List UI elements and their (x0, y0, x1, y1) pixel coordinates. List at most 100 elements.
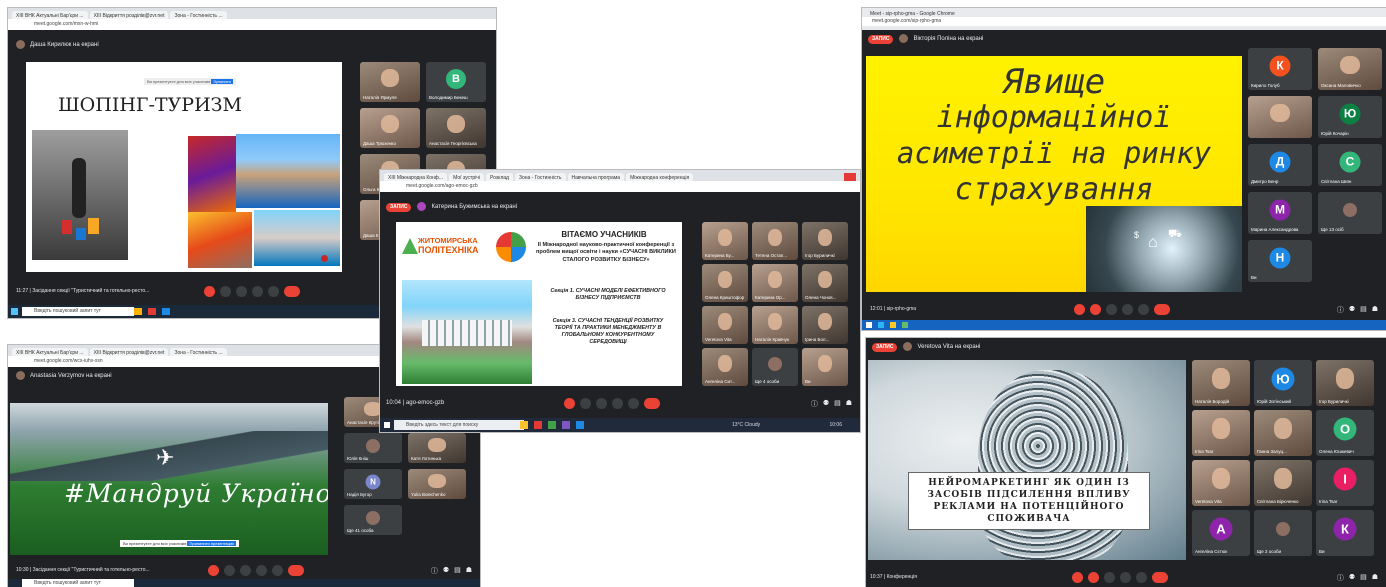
taskbar-app-icon[interactable] (148, 308, 156, 315)
participant-tile[interactable]: К Ви (1316, 510, 1374, 556)
participant-tile[interactable]: Irina Tsar (1192, 410, 1250, 456)
start-icon[interactable] (11, 308, 18, 315)
taskbar-app-icon[interactable] (520, 421, 528, 429)
start-icon[interactable] (384, 422, 390, 428)
participant-tile[interactable]: Юлія Кніш (344, 433, 402, 463)
info-icon[interactable]: ⓘ (431, 566, 438, 576)
people-icon[interactable]: ⚉ (1349, 305, 1355, 315)
camera-off-button[interactable] (1090, 304, 1101, 315)
chat-icon[interactable]: ▤ (834, 399, 841, 409)
participant-tile[interactable]: К Кирило Голуб (1248, 48, 1312, 90)
participant-tile[interactable]: Наталія Ярмуля (360, 62, 420, 102)
more-options-button[interactable] (272, 565, 283, 576)
camera-off-button[interactable] (1088, 572, 1099, 583)
taskbar-search[interactable]: Введіть пошуковий запит тут (22, 307, 134, 316)
start-icon[interactable] (866, 322, 872, 328)
participant-tile[interactable]: О Олена Юшкевич (1316, 410, 1374, 456)
participant-tile[interactable]: N Надія Бугор (344, 469, 402, 499)
participant-tile[interactable]: Ю Юрій Зотінський (1254, 360, 1312, 406)
present-button[interactable] (1122, 304, 1133, 315)
participant-tile[interactable]: Д Дмитро Бенр (1248, 144, 1312, 186)
participant-tile[interactable]: Ю Юрій Кочарін (1318, 96, 1382, 138)
taskbar-app-icon[interactable] (902, 322, 908, 328)
activities-icon[interactable]: ☗ (846, 399, 852, 409)
chat-icon[interactable]: ▤ (454, 566, 461, 576)
stop-presenting-button[interactable]: Зупинити (211, 79, 233, 84)
participant-tile[interactable]: Катерина Ор... (752, 264, 798, 302)
camera-button[interactable] (224, 565, 235, 576)
participant-tile[interactable]: Ви (802, 348, 848, 386)
mic-off-button[interactable] (1074, 304, 1085, 315)
people-icon[interactable]: ⚉ (443, 566, 449, 576)
chat-icon[interactable]: ▤ (1360, 573, 1367, 583)
participant-tile[interactable]: Наталія Кравчук (752, 306, 798, 344)
participant-tile[interactable]: Н Ви (1248, 240, 1312, 282)
more-options-button[interactable] (1138, 304, 1149, 315)
taskbar-app-icon[interactable] (548, 421, 556, 429)
people-icon[interactable]: ⚉ (1349, 573, 1355, 583)
taskbar-app-icon[interactable] (576, 421, 584, 429)
leave-call-button[interactable] (284, 286, 300, 297)
taskbar-search[interactable]: Введіть пошуковий запит тут (22, 579, 134, 587)
info-icon[interactable]: ⓘ (1337, 573, 1344, 583)
participant-tile[interactable]: Олена Криштофор (702, 264, 748, 302)
participant-tile[interactable]: Оксана Маловичко (1318, 48, 1382, 90)
participant-tile[interactable]: Ігор Буриличкі (1316, 360, 1374, 406)
leave-call-button[interactable] (1154, 304, 1170, 315)
raise-hand-button[interactable] (236, 286, 247, 297)
close-window-button[interactable] (844, 173, 856, 181)
participant-tile[interactable]: I Irina Tsar (1316, 460, 1374, 506)
participant-tile[interactable]: Ще 41 особа (344, 505, 402, 535)
participant-tile[interactable]: Даша Трюхенко (360, 108, 420, 148)
participant-tile[interactable]: Ігор Буриличкі (802, 222, 848, 260)
participant-tile[interactable]: Ще 4 особи (752, 348, 798, 386)
participant-tile[interactable] (1248, 96, 1312, 138)
activities-icon[interactable]: ☗ (466, 566, 472, 576)
participant-tile[interactable]: Наталія Бородій (1192, 360, 1250, 406)
address-bar[interactable]: meet.google.com/ago-emoc-gzb (380, 181, 860, 192)
camera-button[interactable] (220, 286, 231, 297)
participant-tile[interactable]: Ще 2 особи (1254, 510, 1312, 556)
more-options-button[interactable] (628, 398, 639, 409)
participant-tile[interactable]: Анастасія Георгієвська (426, 108, 486, 148)
participant-tile[interactable]: Олена Чонов... (802, 264, 848, 302)
raise-hand-button[interactable] (596, 398, 607, 409)
camera-button[interactable] (580, 398, 591, 409)
participant-tile[interactable]: Yulia Boiechenko (408, 469, 466, 499)
participant-tile[interactable]: Тетяна Остап... (752, 222, 798, 260)
address-bar[interactable]: meet.google.com/mxn-w-hmi (8, 19, 496, 30)
info-icon[interactable]: ⓘ (811, 399, 818, 409)
participant-tile[interactable]: Ангеліна Сит... (702, 348, 748, 386)
participant-tile[interactable]: Ще 13 осіб (1318, 192, 1382, 234)
raise-hand-button[interactable] (240, 565, 251, 576)
mic-off-button[interactable] (564, 398, 575, 409)
taskbar-app-icon[interactable] (878, 322, 884, 328)
address-bar[interactable]: meet.google.com/sip-rpho-gma (862, 17, 1386, 26)
participant-tile[interactable]: Ганна Залуц... (1254, 410, 1312, 456)
participant-tile[interactable]: С Світлана Шиїн (1318, 144, 1382, 186)
participant-tile[interactable]: А Ангеліна Сєтюк (1192, 510, 1250, 556)
participant-tile[interactable]: Veretova Vita (1192, 460, 1250, 506)
activities-icon[interactable]: ☗ (1372, 305, 1378, 315)
participant-tile[interactable]: Ірина Бол... (802, 306, 848, 344)
present-button[interactable] (1120, 572, 1131, 583)
present-button[interactable] (256, 565, 267, 576)
participant-tile[interactable]: Світлана Бірюченко (1254, 460, 1312, 506)
present-button[interactable] (612, 398, 623, 409)
leave-call-button[interactable] (288, 565, 304, 576)
taskbar-app-icon[interactable] (534, 421, 542, 429)
taskbar-app-icon[interactable] (162, 308, 170, 315)
more-options-button[interactable] (1136, 572, 1147, 583)
participant-tile[interactable]: Катерина Бу... (702, 222, 748, 260)
stop-presenting-button[interactable]: Припинити презентацію (187, 541, 236, 546)
taskbar-app-icon[interactable] (134, 308, 142, 315)
mic-off-button[interactable] (204, 286, 215, 297)
participant-tile[interactable]: Veretova Vita (702, 306, 748, 344)
chat-icon[interactable]: ▤ (1360, 305, 1367, 315)
taskbar-search[interactable]: Введіть здесь текст для поиску (394, 420, 524, 430)
participant-tile[interactable]: B Володимир Бекеш (426, 62, 486, 102)
info-icon[interactable]: ⓘ (1337, 305, 1344, 315)
participant-tile[interactable]: Катя Лотинька (408, 433, 466, 463)
raise-hand-button[interactable] (1104, 572, 1115, 583)
present-button[interactable] (252, 286, 263, 297)
